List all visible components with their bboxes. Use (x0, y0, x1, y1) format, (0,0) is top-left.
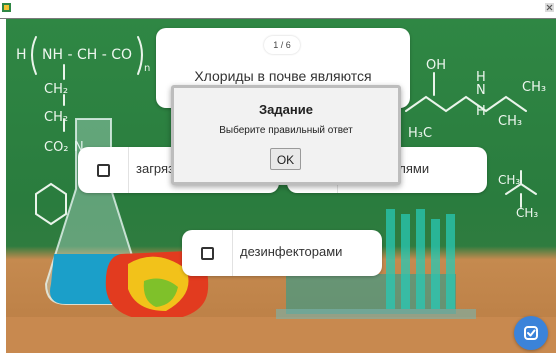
submit-button[interactable] (514, 316, 548, 350)
formula-ch3-b: CH₃ (498, 114, 522, 129)
formula-ch3-c: CH₃ (498, 173, 520, 187)
window-topbar (0, 0, 556, 19)
answer-checkbox[interactable] (97, 164, 110, 177)
answer-divider (128, 147, 129, 193)
dialog-message: Выберите правильный ответ (219, 125, 353, 136)
answer-label: дезинфекторами (240, 244, 343, 259)
answer-option-3[interactable]: дезинфекторами (182, 230, 382, 276)
task-dialog: Задание Выберите правильный ответ OK (171, 85, 401, 185)
formula-ch3-d: CH₃ (516, 206, 538, 220)
quiz-stage: H NH - CH - CO n CH₂ CH₂ CO₂ N OH H N CH… (6, 19, 556, 353)
question-counter: 1 / 6 (264, 36, 300, 54)
question-text: Хлориды в почве являются (194, 68, 372, 84)
app-corner-icon (2, 3, 11, 12)
formula-h3c: H₃C (408, 126, 432, 141)
formula-chain: NH - CH - CO (42, 47, 132, 63)
answer-divider (232, 230, 233, 276)
formula-oh: OH (426, 58, 446, 73)
ok-button[interactable]: OK (270, 148, 301, 170)
dialog-title: Задание (259, 102, 313, 117)
formula-ch2-a: CH₂ (44, 82, 68, 97)
formula-n-right: N (476, 83, 486, 98)
app-frame: H NH - CH - CO n CH₂ CH₂ CO₂ N OH H N CH… (0, 0, 556, 355)
formula-ch3-a: CH₃ (522, 80, 546, 95)
formula-co2: CO₂ (44, 140, 69, 155)
formula-n: n (144, 63, 150, 74)
answer-checkbox[interactable] (201, 247, 214, 260)
expand-corner-icon[interactable] (545, 3, 554, 12)
formula-h-right2: H (476, 104, 486, 119)
formula-ch2-b: CH₂ (44, 110, 68, 125)
formula-h: H (16, 47, 27, 63)
check-square-icon (524, 326, 538, 340)
